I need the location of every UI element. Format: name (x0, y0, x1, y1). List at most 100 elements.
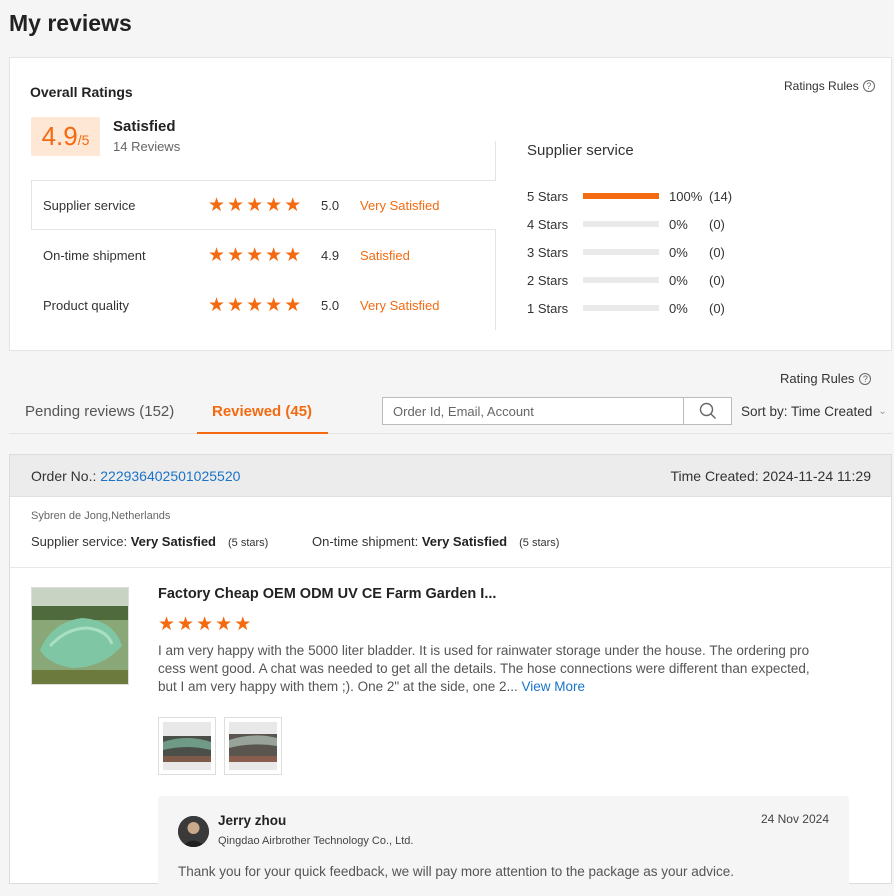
star-icon: ★ (265, 244, 283, 266)
shipment-label: On-time shipment: (312, 534, 422, 549)
reply-text: Thank you for your quick feedback, we wi… (178, 864, 735, 879)
product-image[interactable] (31, 587, 129, 685)
rating-row-on-time-shipment[interactable]: On-time shipment ★ ★ ★ ★ ★ 4.9 Satisfied (43, 244, 493, 266)
breakdown-percent: 0% (669, 244, 688, 260)
star-icon: ★ (265, 194, 283, 216)
star-breakdown-row: 5 Stars 100% (14) (527, 187, 732, 205)
breakdown-title: Supplier service (527, 142, 634, 159)
rating-label: On-time shipment (43, 247, 146, 263)
star-icon: ★ (227, 294, 245, 316)
star-icon: ★ (208, 294, 226, 316)
star-icon: ★ (208, 244, 226, 266)
breakdown-percent: 0% (669, 300, 688, 316)
rating-stars: ★ ★ ★ ★ ★ (208, 246, 321, 265)
review-photo-thumbnail[interactable] (224, 717, 282, 775)
rating-stars: ★ ★ ★ ★ ★ (208, 296, 321, 315)
star-icon: ★ (284, 244, 302, 266)
buyer-name: Sybren de Jong,Netherlands (31, 510, 171, 522)
tabs-divider (9, 433, 892, 434)
breakdown-label: 1 Stars (527, 300, 569, 316)
star-icon: ★ (284, 294, 302, 316)
star-icon: ★ (177, 614, 195, 635)
review-text: I am very happy with the 5000 liter blad… (158, 642, 810, 696)
breakdown-label: 2 Stars (527, 272, 569, 288)
divider (495, 141, 496, 181)
star-icon: ★ (265, 294, 283, 316)
rating-text: Very Satisfied (360, 197, 440, 213)
tab-pending-reviews[interactable]: Pending reviews (152) (25, 403, 174, 420)
breakdown-label: 4 Stars (527, 216, 569, 232)
time-created: Time Created: 2024-11-24 11:29 (670, 468, 871, 484)
sort-dropdown[interactable]: Sort by: Time Created ⌄ (741, 404, 887, 419)
order-number-label: Order No.: (31, 468, 101, 484)
order-header: Order No.: 222936402501025520 Time Creat… (10, 455, 891, 497)
breakdown-bar (583, 193, 659, 199)
rating-label: Product quality (43, 297, 129, 313)
order-number: Order No.: 222936402501025520 (31, 468, 240, 484)
star-icon: ★ (215, 614, 233, 635)
rating-stars: ★ ★ ★ ★ ★ (208, 196, 321, 215)
breakdown-count: (0) (709, 272, 725, 288)
reply-company: Qingdao Airbrother Technology Co., Ltd. (218, 835, 414, 847)
order-number-link[interactable]: 222936402501025520 (100, 468, 240, 484)
active-tab-indicator (197, 432, 328, 434)
search-input[interactable] (383, 398, 683, 424)
overall-ratings-title: Overall Ratings (30, 84, 133, 100)
view-more-link[interactable]: View More (522, 679, 586, 694)
product-title[interactable]: Factory Cheap OEM ODM UV CE Farm Garden … (158, 586, 496, 602)
reply-date: 24 Nov 2024 (760, 812, 829, 826)
supplier-reply: Jerry zhou Qingdao Airbrother Technology… (158, 796, 849, 896)
rating-row-product-quality[interactable]: Product quality ★ ★ ★ ★ ★ 5.0 Very Satisfied (43, 294, 493, 316)
shipment-rating: On-time shipment: Very Satisfied (5 stars… (312, 534, 559, 549)
breakdown-count: (0) (709, 244, 725, 260)
rating-value: 5.0 (321, 197, 340, 213)
star-icon: ★ (158, 614, 176, 635)
divider (495, 230, 496, 330)
star-breakdown-row: 2 Stars 0% (0) (527, 271, 725, 289)
rating-value: 5.0 (321, 297, 340, 313)
breakdown-bar-fill (583, 193, 659, 199)
search-icon (699, 402, 716, 419)
breakdown-label: 3 Stars (527, 244, 569, 260)
supplier-service-rating: Supplier service: Very Satisfied (5 stars… (31, 534, 268, 549)
avatar (178, 816, 209, 847)
star-icon: ★ (196, 614, 214, 635)
rating-label: Supplier service (43, 197, 136, 213)
rating-rules-link[interactable]: Rating Rules ? (780, 371, 872, 386)
reviews-count: 14 Reviews (113, 139, 181, 154)
question-icon: ? (859, 372, 872, 385)
ratings-rules-link[interactable]: Ratings Rules ? (784, 79, 875, 93)
search-bar (382, 397, 732, 425)
overall-score: 4.9 (41, 121, 78, 151)
divider (10, 567, 891, 568)
rating-text: Satisfied (360, 247, 410, 263)
search-button[interactable] (683, 398, 731, 424)
star-icon: ★ (246, 294, 264, 316)
breakdown-label: 5 Stars (527, 188, 569, 204)
supplier-service-value: Very Satisfied (130, 534, 216, 549)
star-icon: ★ (234, 614, 252, 635)
star-breakdown-row: 4 Stars 0% (0) (527, 215, 725, 233)
breakdown-bar (583, 249, 659, 255)
star-icon: ★ (246, 194, 264, 216)
breakdown-count: (14) (709, 188, 733, 204)
rating-rules-label: Rating Rules (780, 371, 855, 386)
review-photo-thumbnail[interactable] (158, 717, 216, 775)
reply-author-name: Jerry zhou (218, 813, 287, 828)
overall-satisfaction: Satisfied (113, 118, 176, 135)
breakdown-count: (0) (709, 300, 725, 316)
breakdown-percent: 0% (669, 216, 688, 232)
star-breakdown-row: 1 Stars 0% (0) (527, 299, 725, 317)
breakdown-bar (583, 305, 659, 311)
review-photo (229, 722, 277, 770)
rating-row-supplier-service[interactable]: Supplier service ★ ★ ★ ★ ★ 5.0 Very Satisfie… (43, 194, 493, 216)
overall-ratings-card: Overall Ratings Ratings Rules ? 4.9 /5 S… (9, 57, 892, 351)
tab-reviewed[interactable]: Reviewed (45) (212, 403, 312, 420)
order-review-card: Order No.: 222936402501025520 Time Creat… (9, 454, 892, 896)
shipment-value: Very Satisfied (421, 534, 508, 549)
star-icon: ★ (246, 244, 264, 266)
star-icon: ★ (227, 244, 245, 266)
review-body: I am very happy with the 5000 liter blad… (158, 643, 810, 694)
shipment-stars: (5 stars) (519, 537, 560, 549)
rating-value: 4.9 (321, 247, 340, 263)
